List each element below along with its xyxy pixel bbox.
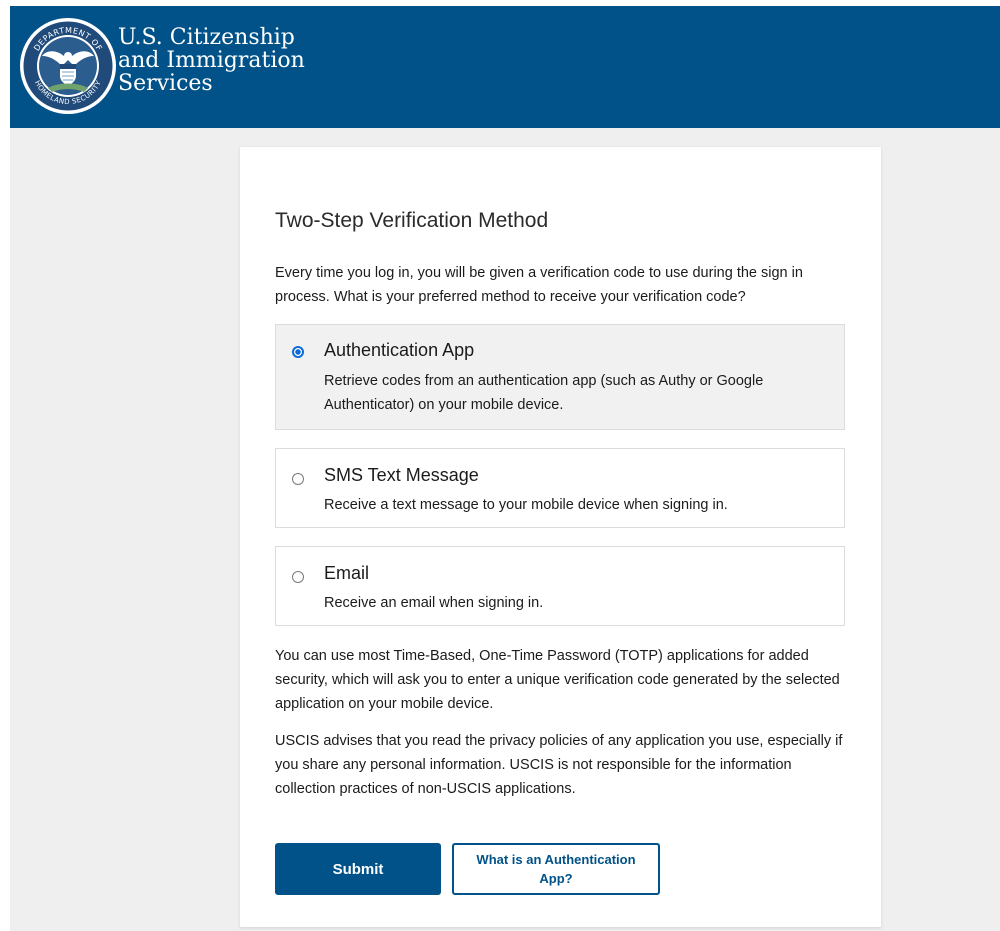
privacy-advisory-text: USCIS advises that you read the privacy … bbox=[275, 733, 843, 797]
option-description: Receive a text message to your mobile de… bbox=[324, 497, 728, 513]
intro-text: Every time you log in, you will be given… bbox=[275, 265, 803, 305]
agency-name-line-2: and Immigration bbox=[118, 48, 305, 73]
totp-info-text: You can use most Time-Based, One-Time Pa… bbox=[275, 648, 840, 712]
option-email[interactable]: Email Receive an email when signing in. bbox=[275, 546, 845, 626]
agency-name: U.S. Citizenship and Immigration Service… bbox=[118, 26, 305, 95]
agency-name-line-3: Services bbox=[118, 71, 213, 96]
site-header: DEPARTMENT OF HOMELAND SECURITY U.S. Cit… bbox=[10, 6, 1000, 128]
radio-sms-text-message[interactable] bbox=[292, 473, 304, 485]
option-sms-text-message[interactable]: SMS Text Message Receive a text message … bbox=[275, 448, 845, 528]
option-label: Authentication App bbox=[324, 340, 475, 360]
option-label: Email bbox=[324, 563, 370, 583]
submit-button[interactable]: Submit bbox=[275, 843, 441, 895]
radio-email[interactable] bbox=[292, 571, 304, 583]
radio-authentication-app[interactable] bbox=[292, 346, 304, 358]
page-frame: DEPARTMENT OF HOMELAND SECURITY U.S. Cit… bbox=[10, 6, 1000, 931]
option-description: Receive an email when signing in. bbox=[324, 595, 544, 611]
option-description: Retrieve codes from an authentication ap… bbox=[324, 373, 764, 413]
option-authentication-app[interactable]: Authentication App Retrieve codes from a… bbox=[275, 324, 845, 430]
what-is-authentication-app-button[interactable]: What is an Authentication App? bbox=[452, 843, 660, 895]
agency-name-line-1: U.S. Citizenship bbox=[118, 25, 295, 50]
dhs-seal-icon: DEPARTMENT OF HOMELAND SECURITY bbox=[20, 18, 116, 114]
page-title: Two-Step Verification Method bbox=[275, 209, 549, 232]
option-label: SMS Text Message bbox=[324, 465, 479, 485]
verification-method-card: Two-Step Verification Method Every time … bbox=[240, 147, 881, 927]
